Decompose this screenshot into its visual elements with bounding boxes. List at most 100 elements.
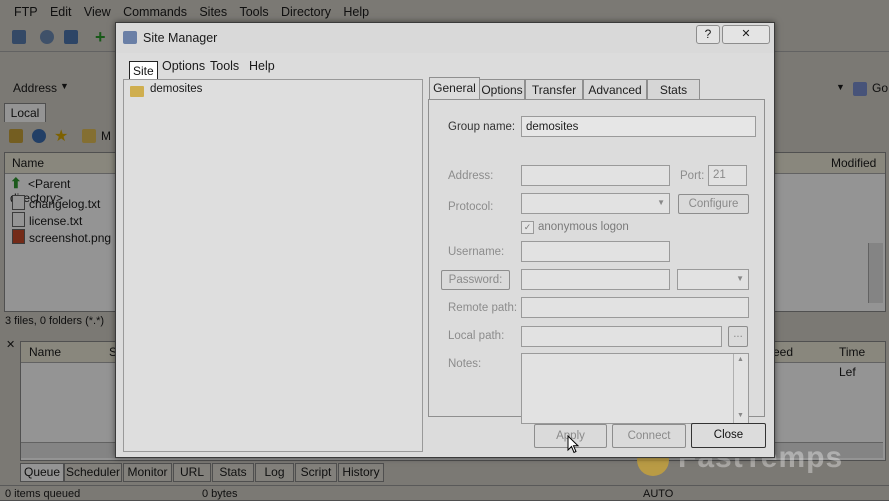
up-folder-icon[interactable] (9, 129, 23, 143)
folder-icon (130, 86, 144, 97)
group-name-input[interactable] (521, 116, 756, 137)
help-button[interactable]: ? (696, 25, 720, 44)
address-input[interactable] (521, 165, 670, 186)
menu-view[interactable]: View (84, 5, 111, 19)
name-column-header[interactable]: Name (5, 153, 116, 174)
tab-scheduler[interactable]: Scheduler (64, 463, 122, 482)
dialog-titlebar[interactable]: Site Manager ? ✕ (116, 23, 774, 53)
menu-options[interactable]: Options (162, 59, 205, 73)
local-status-text: 3 files, 0 folders (*.*) (5, 315, 105, 327)
vertical-scrollbar[interactable] (868, 243, 883, 303)
tab-advanced-label: Advanced (588, 83, 642, 97)
menu-tools[interactable]: Tools (210, 59, 239, 73)
text-file-icon (12, 195, 25, 210)
menu-help[interactable]: Help (249, 59, 275, 73)
tab-url[interactable]: URL (173, 463, 211, 482)
remote-path-input[interactable] (521, 297, 749, 318)
password-input[interactable] (521, 269, 670, 290)
local-path-text[interactable]: M (101, 129, 111, 143)
address-dropdown-arrow-icon[interactable]: ▼ (836, 82, 845, 92)
go-label[interactable]: Go (872, 81, 888, 95)
window-toolbar-icon[interactable] (64, 30, 78, 44)
name-column-label: Name (12, 156, 45, 170)
tab-options[interactable]: Options (479, 79, 525, 100)
status-bytes: 0 bytes (202, 488, 238, 500)
local-file-list: Name ⬆ <Parent directory> changelog.txt l… (4, 152, 117, 312)
menu-help[interactable]: Help (343, 5, 369, 19)
site-manager-dialog: Site Manager ? ✕ Site Options Tools Help… (115, 22, 775, 458)
tab-advanced[interactable]: Advanced (583, 79, 647, 100)
tab-script[interactable]: Script (295, 463, 337, 482)
tab-scheduler-label: Scheduler (65, 465, 121, 479)
close-button[interactable]: Close (691, 423, 766, 448)
settings-toolbar-icon[interactable] (40, 30, 54, 44)
file-row[interactable]: changelog.txt (12, 195, 100, 211)
tree-item-label: demosites (150, 83, 203, 95)
menu-commands[interactable]: Commands (123, 5, 187, 19)
menu-directory[interactable]: Directory (281, 5, 331, 19)
password-button[interactable]: Password: (441, 270, 510, 290)
protocol-select[interactable]: ▼ (521, 193, 670, 214)
menu-ftp[interactable]: FTP (14, 5, 38, 19)
menu-tools[interactable]: Tools (239, 5, 268, 19)
scroll-down-icon[interactable]: ▼ (737, 412, 744, 419)
address-label: Address: (448, 170, 494, 182)
site-tree: demosites (123, 79, 423, 452)
configure-button[interactable]: Configure (678, 194, 749, 214)
close-window-button[interactable]: ✕ (722, 25, 770, 44)
menu-edit[interactable]: Edit (50, 5, 72, 19)
queue-name-column[interactable]: Name (29, 342, 61, 362)
scroll-up-icon[interactable]: ▲ (737, 356, 744, 363)
local-path-input[interactable] (521, 326, 722, 347)
favorites-star-icon[interactable]: ★ (54, 126, 68, 146)
status-mode: AUTO (643, 488, 674, 500)
help-icon: ? (704, 27, 712, 41)
tab-script-label: Script (300, 465, 332, 479)
tab-queue-label: Queue (23, 465, 61, 479)
queue-close-icon[interactable]: ✕ (6, 338, 15, 351)
tab-general[interactable]: General (429, 77, 480, 100)
tab-monitor[interactable]: Monitor (123, 463, 172, 482)
tab-stats[interactable]: Stats (212, 463, 254, 482)
tab-monitor-label: Monitor (127, 465, 168, 479)
notes-textarea[interactable]: ▲ ▼ (521, 353, 749, 424)
username-input[interactable] (521, 241, 670, 262)
go-icon[interactable] (853, 82, 867, 96)
notes-scrollbar[interactable]: ▲ ▼ (733, 354, 748, 423)
local-tab[interactable]: Local (4, 103, 46, 122)
address-label[interactable]: Address (13, 81, 57, 95)
tab-log[interactable]: Log (255, 463, 294, 482)
file-row[interactable]: license.txt (12, 212, 82, 228)
username-label: Username: (448, 246, 505, 258)
refresh-icon[interactable] (32, 129, 46, 143)
queue-speed-column[interactable]: eed (773, 342, 793, 362)
port-input[interactable]: 21 (708, 165, 747, 186)
tab-queue[interactable]: Queue (20, 463, 64, 482)
menu-site[interactable]: Site (129, 61, 158, 81)
browse-label: ... (733, 328, 743, 340)
connect-button[interactable]: Connect (612, 424, 686, 448)
add-toolbar-icon[interactable]: + (95, 27, 106, 48)
protocol-label: Protocol: (448, 201, 494, 213)
text-file-icon (12, 212, 25, 227)
file-row[interactable]: screenshot.png (12, 229, 111, 245)
menu-sites[interactable]: Sites (199, 5, 227, 19)
tab-history-label: History (342, 465, 380, 479)
site-manager-toolbar-icon[interactable] (12, 30, 26, 44)
tab-history[interactable]: History (338, 463, 384, 482)
tab-transfer-label: Transfer (531, 83, 577, 97)
tab-transfer[interactable]: Transfer (525, 79, 583, 100)
anonymous-label: anonymous logon (538, 221, 629, 233)
tab-stats[interactable]: Stats (647, 79, 700, 100)
address-dropdown-icon[interactable]: ▼ (60, 81, 69, 91)
up-arrow-icon: ⬆ (10, 175, 22, 191)
file-name: changelog.txt (29, 197, 101, 211)
password-dropdown-icon: ▼ (736, 274, 744, 283)
modified-column-header[interactable]: Modified (775, 153, 885, 174)
browse-button[interactable]: ... (728, 326, 748, 347)
anonymous-checkbox[interactable]: ✓ (521, 221, 534, 234)
queue-time-left-column[interactable]: Time Lef (839, 342, 885, 382)
password-type-select[interactable]: ▼ (677, 269, 749, 290)
port-label: Port: (680, 170, 705, 182)
notes-label: Notes: (448, 358, 482, 370)
